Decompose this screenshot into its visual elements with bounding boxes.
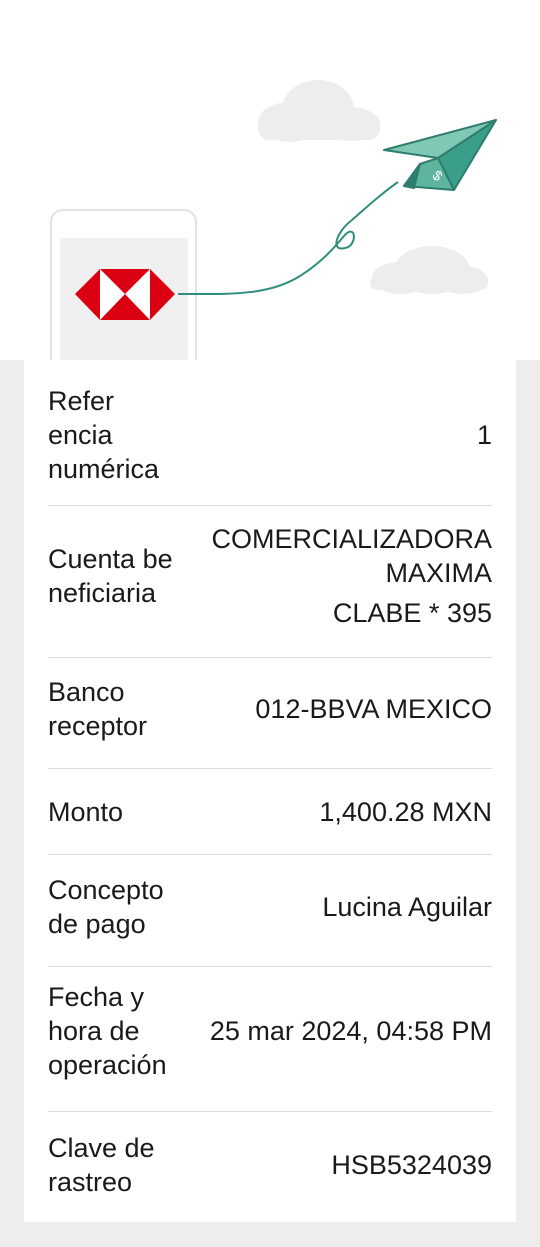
row-divider	[48, 966, 492, 967]
detail-label-line: hora de	[48, 1016, 140, 1046]
detail-label-banco: Banco receptor	[48, 675, 147, 743]
confirmation-illustration: $	[0, 0, 540, 360]
row-divider	[48, 854, 492, 855]
detail-label-fecha: Fecha y hora de operación	[48, 980, 167, 1082]
illustration-canvas: $	[50, 80, 497, 360]
detail-label-line: numérica	[48, 454, 160, 484]
detail-value-line: 012-BBVA MEXICO	[255, 694, 492, 724]
detail-row-fecha: Fecha y hora de operación 25 mar 2024, 04:5…	[48, 980, 492, 1082]
detail-value-line: COMERCIALIZADORA	[211, 524, 492, 554]
detail-row-referencia: Refer encia numérica 1	[48, 380, 492, 490]
detail-label-line: Banco	[48, 677, 125, 707]
detail-row-monto: Monto 1,400.28 MXN	[48, 780, 492, 844]
paper-airplane-icon: $	[383, 119, 497, 191]
detail-value-monto: 1,400.28 MXN	[123, 795, 492, 829]
detail-label-cuenta: Cuenta be neficiaria	[48, 542, 173, 610]
detail-label-line: operación	[48, 1050, 167, 1080]
detail-label-line: Concepto	[48, 875, 164, 905]
detail-row-concepto: Concepto de pago Lucina Aguilar	[48, 868, 492, 946]
detail-label-line: Refer	[48, 386, 115, 416]
detail-value-line: 1,400.28 MXN	[319, 797, 492, 827]
detail-label-line: Cuenta be	[48, 544, 173, 574]
detail-value-line: CLABE * 395	[332, 598, 492, 628]
row-divider	[48, 657, 492, 658]
detail-value-concepto: Lucina Aguilar	[164, 890, 492, 924]
detail-label-line: rastreo	[48, 1167, 133, 1197]
detail-label-concepto: Concepto de pago	[48, 873, 164, 941]
detail-label-monto: Monto	[48, 795, 123, 829]
detail-value-banco: 012-BBVA MEXICO	[147, 692, 492, 726]
detail-label-line: Monto	[48, 797, 124, 827]
detail-label-clave: Clave de rastreo	[48, 1131, 155, 1199]
detail-label-line: de pago	[48, 909, 146, 939]
detail-label-line: Clave de	[48, 1133, 155, 1163]
row-divider	[48, 1111, 492, 1112]
detail-value-line: Lucina Aguilar	[322, 892, 492, 922]
detail-value-referencia: 1	[159, 418, 492, 452]
detail-value-cuenta: COMERCIALIZADORA MAXIMA CLABE * 395	[173, 522, 492, 630]
detail-value-line: 1	[476, 420, 492, 450]
detail-row-clave: Clave de rastreo HSB5324039	[48, 1126, 492, 1204]
detail-label-referencia: Refer encia numérica	[48, 384, 159, 486]
detail-label-line: receptor	[48, 711, 148, 741]
detail-label-line: encia	[48, 420, 113, 450]
detail-value-line: MAXIMA	[385, 558, 492, 588]
detail-row-cuenta: Cuenta be neficiaria COMERCIALIZADORA MAXIM…	[48, 520, 492, 632]
detail-value-line: 25 mar 2024, 04:58 PM	[209, 1016, 492, 1046]
cloud-icon	[258, 80, 380, 142]
detail-label-line: Fecha y	[48, 982, 145, 1012]
transfer-details-card: Refer encia numérica 1 Cuenta be neficiaria CO…	[24, 360, 516, 1222]
row-divider	[48, 768, 492, 769]
flight-path-line	[177, 181, 399, 296]
cloud-icon	[370, 246, 488, 294]
detail-value-line: HSB5324039	[331, 1150, 492, 1180]
detail-value-fecha: 25 mar 2024, 04:58 PM	[167, 1014, 492, 1048]
detail-value-clave: HSB5324039	[155, 1148, 492, 1182]
row-divider	[48, 505, 492, 506]
detail-row-banco: Banco receptor 012-BBVA MEXICO	[48, 670, 492, 748]
detail-label-line: neficiaria	[48, 578, 157, 608]
